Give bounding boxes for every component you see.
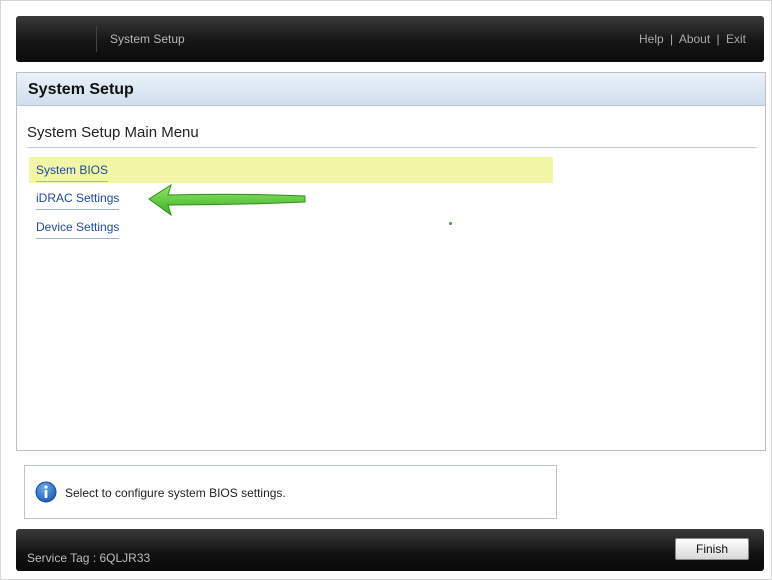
green-arrow-icon xyxy=(148,184,306,217)
info-icon xyxy=(35,481,57,503)
menu-item-label[interactable]: Device Settings xyxy=(36,220,120,239)
link-separator: | xyxy=(716,32,720,46)
top-bar: System Setup Help | About | Exit xyxy=(16,16,764,62)
stray-dot xyxy=(449,222,452,225)
panel-title: System Setup xyxy=(28,81,134,98)
help-message: Select to configure system BIOS settings… xyxy=(65,486,286,500)
menu-item-system-bios[interactable]: System BIOS xyxy=(29,157,553,183)
about-link[interactable]: About xyxy=(679,32,710,46)
link-separator: | xyxy=(670,32,674,46)
main-panel: System Setup System Setup Main Menu Syst… xyxy=(16,72,766,451)
bottom-bar: Service Tag : 6QLJR33 Finish xyxy=(16,529,764,571)
vendor-logo-slot xyxy=(76,26,97,52)
exit-link[interactable]: Exit xyxy=(726,32,746,46)
finish-button[interactable]: Finish xyxy=(675,538,749,560)
help-info-box: Select to configure system BIOS settings… xyxy=(24,465,557,519)
divider xyxy=(27,147,757,148)
header-links: Help | About | Exit xyxy=(639,32,746,46)
panel-header: System Setup xyxy=(17,73,765,106)
menu-heading: System Setup Main Menu xyxy=(27,124,199,141)
help-link[interactable]: Help xyxy=(639,32,664,46)
setup-window: System Setup Help | About | Exit System … xyxy=(0,0,772,580)
menu-item-label[interactable]: iDRAC Settings xyxy=(36,191,120,210)
app-title: System Setup xyxy=(110,32,185,46)
service-tag: Service Tag : 6QLJR33 xyxy=(27,551,151,565)
menu-item-label[interactable]: System BIOS xyxy=(36,163,109,182)
